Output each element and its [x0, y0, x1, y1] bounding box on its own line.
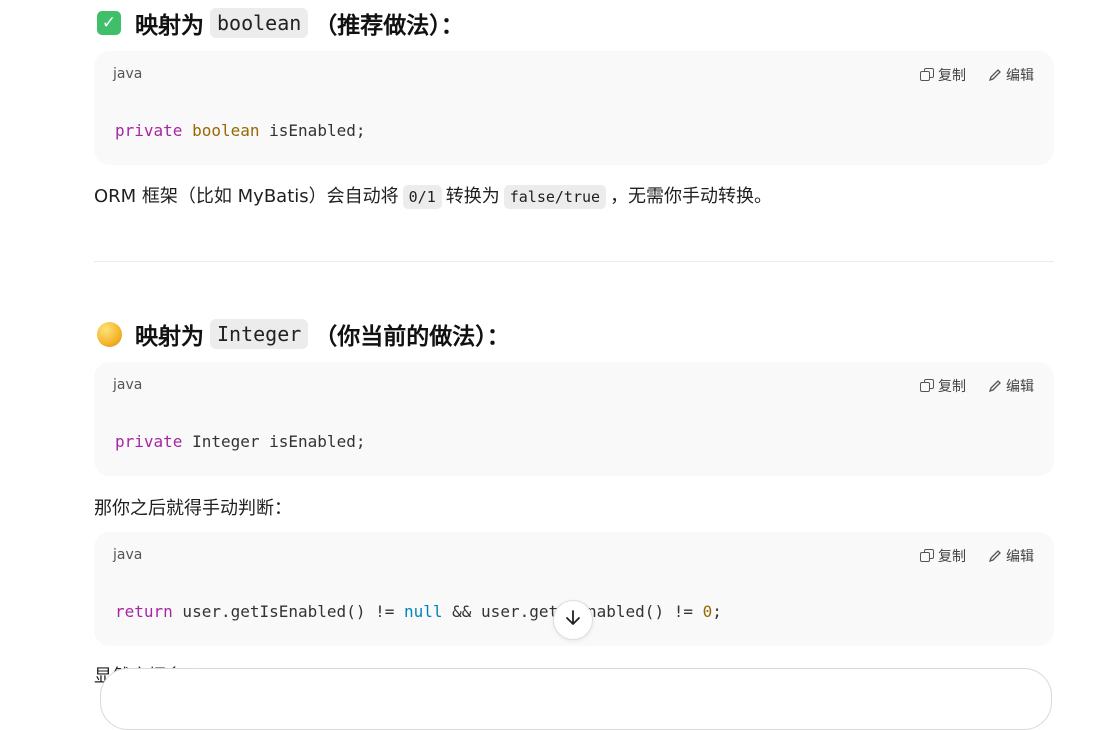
- heading-inline-code: boolean: [210, 8, 309, 38]
- heading-text: 映射为: [135, 13, 204, 39]
- pencil-icon: [988, 549, 1002, 563]
- heading-text: 映射为: [135, 324, 204, 350]
- edit-button[interactable]: 编辑: [988, 65, 1034, 85]
- pencil-icon: [988, 68, 1002, 82]
- section-heading-integer: 映射为 Integer （你当前的做法）：: [97, 317, 510, 351]
- arrow-down-icon: [564, 609, 582, 631]
- code-block: java 复制 编辑 private boolean isEnabled;: [94, 51, 1054, 165]
- heading-text-suffix: （你当前的做法）：: [314, 324, 510, 350]
- pencil-icon: [988, 379, 1002, 393]
- code-language-label: java: [113, 547, 143, 563]
- heading-inline-code: Integer: [210, 319, 309, 349]
- code-literal: null: [403, 602, 443, 621]
- paragraph: ORM 框架（比如 MyBatis）会自动将 0/1 转换为 false/true ，无…: [94, 182, 773, 209]
- code-number: 0: [702, 602, 713, 621]
- code-line: return user.getIsEnabled() != null && us…: [115, 602, 722, 621]
- code-actions: 复制 编辑: [920, 546, 1034, 566]
- heading-text-suffix: （推荐做法）：: [314, 13, 464, 39]
- inline-code: false/true: [503, 185, 607, 209]
- divider: [94, 261, 1054, 262]
- copy-label: 复制: [938, 379, 966, 395]
- check-mark-emoji-icon: ✓: [97, 11, 121, 35]
- code-language-label: java: [113, 66, 143, 82]
- edit-label: 编辑: [1006, 379, 1034, 395]
- copy-icon: [920, 68, 934, 82]
- code-type: boolean: [192, 121, 260, 140]
- copy-icon: [920, 379, 934, 393]
- code-text: Integer isEnabled;: [182, 432, 366, 451]
- inline-code: 0/1: [402, 185, 442, 209]
- code-keyword: private: [115, 432, 183, 451]
- copy-button[interactable]: 复制: [920, 65, 966, 85]
- code-actions: 复制 编辑: [920, 376, 1034, 396]
- text: ，无需你手动转换。: [610, 186, 773, 207]
- paragraph: 那你之后就得手动判断：: [94, 498, 292, 519]
- code-text: ;: [712, 602, 722, 621]
- copy-icon: [920, 549, 934, 563]
- edit-label: 编辑: [1006, 549, 1034, 565]
- code-text: user.getIsEnabled() !=: [172, 602, 404, 621]
- copy-label: 复制: [938, 68, 966, 84]
- section-heading-boolean: ✓ 映射为 boolean （推荐做法）：: [97, 6, 464, 40]
- code-keyword: return: [115, 602, 173, 621]
- scroll-to-bottom-button[interactable]: [553, 600, 593, 640]
- copy-label: 复制: [938, 549, 966, 565]
- code-text: isEnabled;: [259, 121, 366, 140]
- code-line: private boolean isEnabled;: [115, 121, 365, 140]
- code-language-label: java: [113, 377, 143, 393]
- edit-button[interactable]: 编辑: [988, 376, 1034, 396]
- copy-button[interactable]: 复制: [920, 546, 966, 566]
- edit-label: 编辑: [1006, 68, 1034, 84]
- text: 转换为: [445, 186, 500, 207]
- edit-button[interactable]: 编辑: [988, 546, 1034, 566]
- chat-input-box[interactable]: [100, 668, 1052, 730]
- code-block: java 复制 编辑 private Integer isEnabled;: [94, 362, 1054, 476]
- code-line: private Integer isEnabled;: [115, 432, 365, 451]
- yellow-circle-emoji-icon: [97, 321, 122, 347]
- code-keyword: private: [115, 121, 183, 140]
- copy-button[interactable]: 复制: [920, 376, 966, 396]
- code-actions: 复制 编辑: [920, 65, 1034, 85]
- text: ORM 框架（比如 MyBatis）会自动将: [94, 186, 399, 207]
